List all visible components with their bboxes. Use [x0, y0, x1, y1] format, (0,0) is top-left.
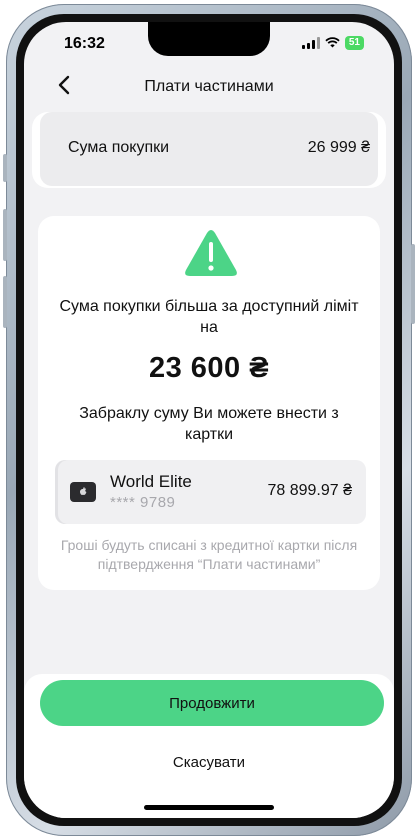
cancel-button[interactable]: Скасувати — [24, 754, 394, 771]
page-title: Плати частинами — [144, 78, 274, 95]
volume-down-button — [3, 276, 7, 328]
volume-up-button — [3, 209, 7, 261]
header: Плати частинами — [24, 66, 394, 106]
signal-icon — [301, 37, 320, 49]
home-indicator — [144, 805, 274, 810]
payment-card-row[interactable]: World Elite **** 9789 78 899.97 ₴ — [58, 460, 366, 524]
limit-warning-text: Сума покупки більша за доступний ліміт н… — [59, 298, 359, 336]
continue-button[interactable]: Продовжити — [40, 680, 384, 726]
card-balance: 78 899.97 ₴ — [267, 482, 352, 499]
status-icons: 51 — [301, 36, 364, 50]
bottom-actions: Продовжити Скасувати — [24, 674, 394, 818]
purchase-sum-label: Сума покупки — [68, 139, 170, 156]
app-screen: 16:32 51 Плати частинами Сума покупки 26… — [24, 22, 394, 818]
battery-icon: 51 — [344, 36, 364, 50]
notch — [148, 22, 270, 56]
missing-amount: 23 600 ₴ — [148, 352, 270, 384]
apple-card-icon — [70, 482, 96, 502]
purchase-sum-value: 26 999 ₴ — [307, 139, 370, 156]
wifi-icon — [325, 37, 340, 49]
mute-switch — [3, 154, 7, 182]
purchase-card: Сума покупки 26 999 ₴ — [32, 112, 386, 188]
remainder-text: Забраклу суму Ви можете внести з картки — [79, 405, 339, 443]
warning-triangle-icon — [185, 230, 237, 276]
card-number: **** 9789 — [110, 494, 176, 511]
purchase-sum-row: Сума покупки 26 999 ₴ — [40, 112, 378, 186]
power-button — [411, 244, 415, 324]
charge-note: Гроші будуть списані з кредитної картки … — [60, 537, 358, 572]
limit-warning-card: Сума покупки більша за доступний ліміт н… — [38, 216, 380, 590]
card-name: World Elite — [110, 472, 192, 491]
status-time: 16:32 — [64, 35, 105, 52]
